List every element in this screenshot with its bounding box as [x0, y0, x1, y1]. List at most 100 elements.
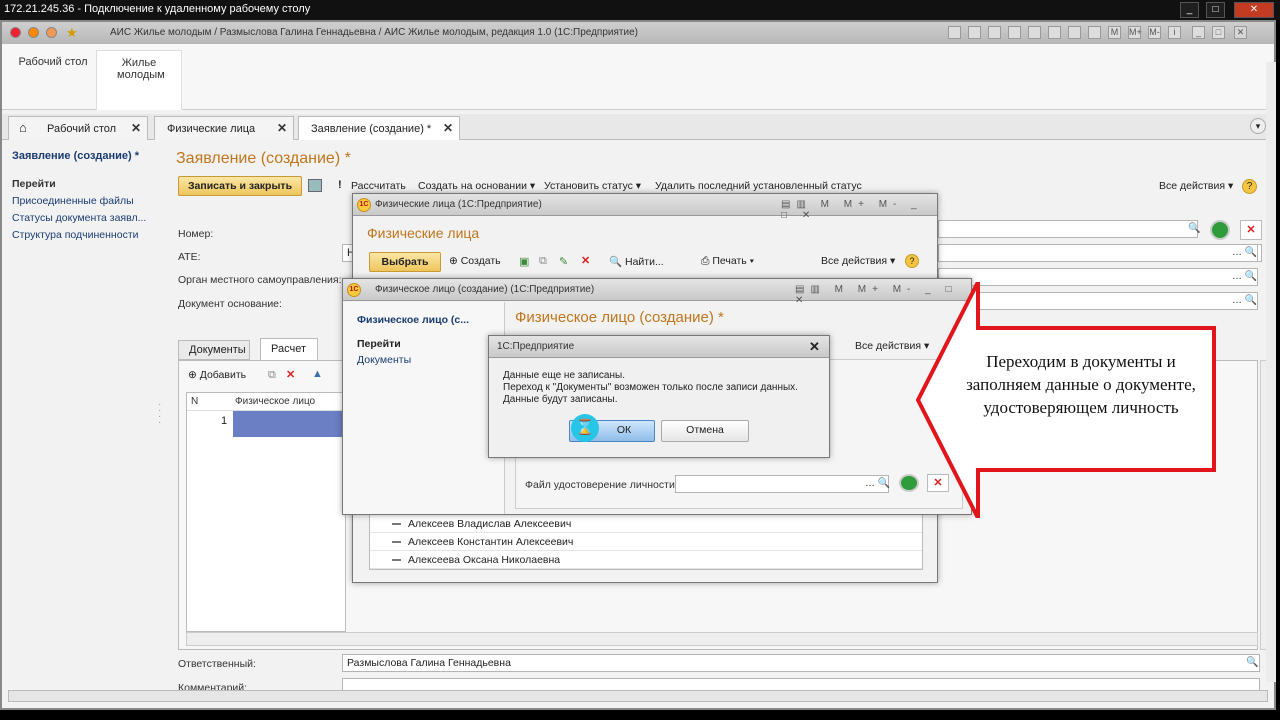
- dialog-close-icon[interactable]: ✕: [809, 339, 820, 355]
- number-label: Номер:: [178, 228, 214, 240]
- number-field[interactable]: [938, 220, 1198, 238]
- persons-list: Алексеев Владислав Алексеевич Алексеев К…: [369, 514, 923, 570]
- app-title: АИС Жилье молодым / Размыслова Галина Ге…: [110, 27, 638, 38]
- close-tab-icon[interactable]: ✕: [443, 121, 453, 135]
- file-field[interactable]: [675, 475, 889, 493]
- toolbar-icon[interactable]: [1048, 26, 1061, 39]
- history-icon[interactable]: [46, 27, 57, 38]
- delete-icon[interactable]: ✕: [286, 368, 295, 381]
- number-search-icon[interactable]: 🔍: [1188, 223, 1200, 234]
- add-green-icon[interactable]: [1210, 220, 1230, 240]
- select-button[interactable]: Выбрать: [369, 252, 441, 272]
- delete-status-button[interactable]: Удалить последний установленный статус: [655, 180, 862, 192]
- edit-icon[interactable]: ✎: [559, 255, 568, 268]
- list-item[interactable]: Алексеев Владислав Алексеевич: [370, 515, 922, 533]
- create-label: Создать: [460, 255, 501, 267]
- splitter-handle[interactable]: · · · ·: [158, 400, 161, 428]
- delete-icon[interactable]: ✕: [581, 254, 590, 267]
- inner-tab-documents[interactable]: Документы: [178, 340, 250, 360]
- toolbar-icon[interactable]: [988, 26, 1001, 39]
- all-actions-label: Все действия: [821, 255, 888, 267]
- toolbar-icon[interactable]: [948, 26, 961, 39]
- close-button[interactable]: ✕: [1234, 2, 1274, 18]
- set-status-label: Установить статус: [544, 180, 633, 192]
- tabs-dropdown-icon[interactable]: ▾: [1250, 118, 1266, 134]
- favorites-icon[interactable]: ★: [66, 25, 78, 41]
- toolbar-icon[interactable]: [1008, 26, 1021, 39]
- minimize-button[interactable]: _: [1180, 2, 1199, 18]
- cancel-button[interactable]: Отмена: [661, 420, 749, 442]
- m-icon[interactable]: M: [1108, 26, 1121, 39]
- all-actions-button[interactable]: Все действия ▾: [1159, 180, 1233, 192]
- col-n: N: [191, 396, 199, 407]
- list-item[interactable]: Алексеева Оксана Николаевна: [370, 551, 922, 569]
- ate-field-tail[interactable]: [938, 244, 1258, 262]
- dialog-line: Переход к "Документы" возможен только по…: [503, 382, 798, 393]
- row-person-cell[interactable]: [233, 411, 346, 437]
- toolbar-icon[interactable]: [1028, 26, 1041, 39]
- print-button[interactable]: ⎙ Печать ▾: [701, 255, 754, 268]
- tab-application[interactable]: Заявление (создание) * ✕: [298, 116, 460, 140]
- person-nav-documents[interactable]: Документы: [357, 354, 411, 366]
- file-select-icon[interactable]: … 🔍: [865, 478, 890, 489]
- section-housing[interactable]: Жилье молодым: [96, 50, 182, 110]
- nav-current[interactable]: Заявление (создание) *: [12, 150, 162, 162]
- close-tab-icon[interactable]: ✕: [277, 121, 287, 135]
- save-close-button[interactable]: Записать и закрыть: [178, 176, 302, 196]
- dialog-line: Данные еще не записаны.: [503, 370, 625, 381]
- nav-item-structure[interactable]: Структура подчиненности: [12, 229, 162, 241]
- menu-icon[interactable]: [28, 27, 39, 38]
- doc-base-select-icon[interactable]: … 🔍: [1232, 295, 1257, 306]
- nav-goto-heading: Перейти: [12, 178, 56, 190]
- save-icon[interactable]: [308, 179, 322, 192]
- find-button[interactable]: 🔍 Найти...: [609, 255, 664, 268]
- app-logo-icon: [10, 27, 21, 38]
- add-row-button[interactable]: ⊕ Добавить: [188, 369, 246, 381]
- window-restore-icon[interactable]: □: [1212, 26, 1225, 39]
- nav-item-statuses[interactable]: Статусы документа заявл...: [12, 212, 162, 224]
- copy-icon[interactable]: ⧉: [268, 369, 276, 382]
- ate-label: АТЕ:: [178, 251, 201, 263]
- ate-select-icon[interactable]: … 🔍: [1232, 247, 1257, 258]
- calendar-icon[interactable]: [1088, 26, 1101, 39]
- persons-all-actions[interactable]: Все действия ▾: [821, 255, 895, 267]
- help-icon[interactable]: ?: [905, 254, 919, 268]
- responsible-field[interactable]: Размыслова Галина Геннадьевна: [342, 654, 1260, 672]
- calculator-icon[interactable]: [1068, 26, 1081, 39]
- organ-select-icon[interactable]: … 🔍: [1232, 271, 1257, 282]
- m-plus-icon[interactable]: M+: [1128, 26, 1142, 39]
- move-up-icon[interactable]: ▲: [312, 368, 323, 380]
- tab-label: Заявление (создание) *: [311, 123, 432, 135]
- list-item[interactable]: Алексеев Константин Алексеевич: [370, 533, 922, 551]
- window-controls[interactable]: ▤▥ M M+ M- _ □ ✕: [781, 199, 937, 221]
- create-button[interactable]: ⊕ Создать: [449, 255, 501, 267]
- nav-item-files[interactable]: Присоединенные файлы: [12, 195, 162, 207]
- close-tab-icon[interactable]: ✕: [131, 121, 141, 135]
- create-based-button[interactable]: Создать на основании ▾: [418, 180, 535, 192]
- section-desktop[interactable]: Рабочий стол: [10, 50, 96, 110]
- table-row[interactable]: 1: [187, 411, 346, 437]
- clear-red-icon[interactable]: ✕: [1240, 220, 1262, 240]
- bottom-scrollbar[interactable]: [8, 690, 1268, 702]
- info-icon[interactable]: i: [1168, 26, 1181, 39]
- person-window-titlebar: 1С Физическое лицо (создание) (1С:Предпр…: [343, 279, 971, 306]
- copy-icon[interactable]: ⧉: [539, 255, 547, 268]
- tab-persons[interactable]: Физические лица ✕: [154, 116, 294, 140]
- responsible-select-icon[interactable]: 🔍: [1246, 657, 1258, 668]
- inner-tab-calc[interactable]: Расчет: [260, 338, 318, 360]
- maximize-button[interactable]: □: [1206, 2, 1225, 18]
- horizontal-scrollbar[interactable]: [186, 632, 1258, 646]
- calc-button[interactable]: Рассчитать: [351, 180, 406, 192]
- calc-grid: N Физическое лицо 1: [186, 392, 346, 632]
- file-label: Файл удостоверение личности:: [525, 479, 678, 491]
- tab-desktop[interactable]: ⌂ Рабочий стол ✕: [8, 116, 148, 140]
- set-status-button[interactable]: Установить статус ▾: [544, 180, 641, 192]
- folder-add-icon[interactable]: ▣: [519, 255, 529, 268]
- help-icon[interactable]: ?: [1242, 179, 1257, 194]
- window-close-icon[interactable]: ✕: [1234, 26, 1247, 39]
- window-minimize-icon[interactable]: _: [1192, 26, 1205, 39]
- toolbar-icon[interactable]: [968, 26, 981, 39]
- right-scrollbar[interactable]: [1266, 62, 1276, 682]
- m-minus-icon[interactable]: M-: [1148, 26, 1161, 39]
- person-nav-current[interactable]: Физическое лицо (с...: [357, 314, 469, 326]
